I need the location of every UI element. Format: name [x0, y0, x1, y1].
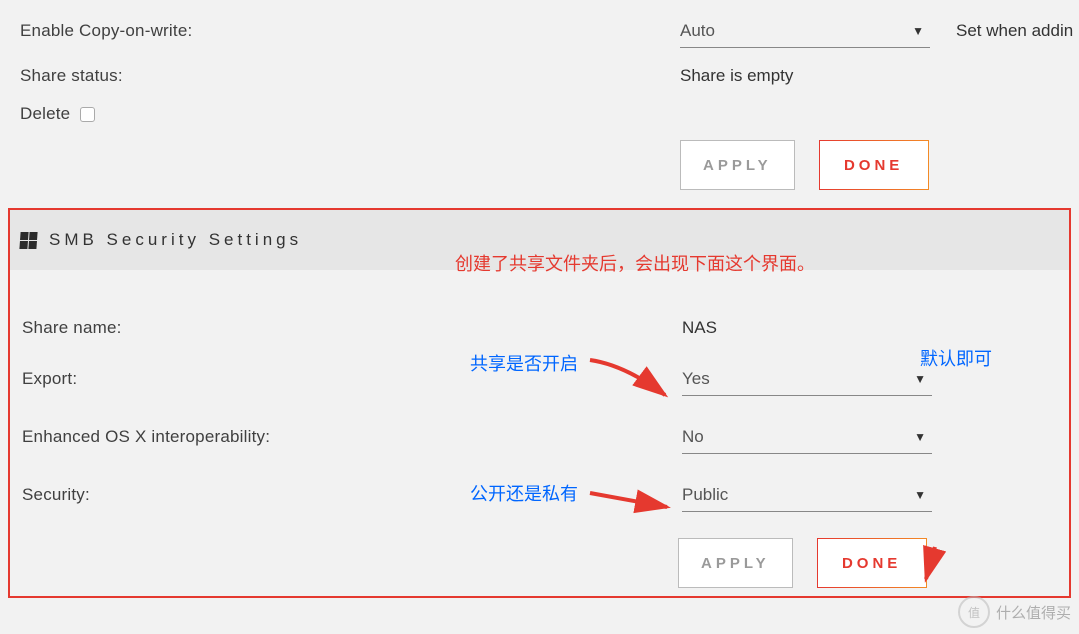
export-select-value: Yes	[682, 369, 710, 389]
osx-label: Enhanced OS X interoperability:	[22, 427, 682, 447]
panel-title: SMB Security Settings	[49, 230, 302, 250]
panel-done-button[interactable]: DONE	[817, 538, 927, 588]
share-name-value: NAS	[682, 318, 717, 338]
panel-apply-button[interactable]: APPLY	[678, 538, 793, 588]
chevron-down-icon: ▼	[914, 372, 926, 386]
watermark: 值 什么值得买	[958, 596, 1071, 628]
anno-export-note: 共享是否开启	[470, 350, 578, 376]
anno-security-note: 公开还是私有	[470, 480, 578, 506]
smb-security-panel: SMB Security Settings 创建了共享文件夹后，会出现下面这个界…	[8, 208, 1071, 598]
apply-button[interactable]: APPLY	[680, 140, 795, 190]
export-label: Export:	[22, 369, 682, 389]
cow-hint: Set when addin	[940, 21, 1073, 41]
delete-checkbox[interactable]	[80, 107, 95, 122]
anno-header-note: 创建了共享文件夹后，会出现下面这个界面。	[455, 250, 815, 276]
chevron-down-icon: ▼	[914, 430, 926, 444]
watermark-text: 什么值得买	[996, 602, 1071, 623]
security-select-value: Public	[682, 485, 728, 505]
delete-label: Delete	[20, 104, 70, 124]
done-button[interactable]: DONE	[819, 140, 929, 190]
share-name-label: Share name:	[22, 318, 682, 338]
status-label: Share status:	[20, 66, 680, 86]
osx-select-value: No	[682, 427, 704, 447]
watermark-icon: 值	[958, 596, 990, 628]
anno-default-note: 默认即可	[920, 345, 992, 371]
security-label: Security:	[22, 485, 682, 505]
export-select[interactable]: Yes ▼	[682, 362, 932, 396]
chevron-down-icon: ▼	[914, 488, 926, 502]
windows-icon	[19, 232, 37, 249]
chevron-down-icon: ▼	[912, 24, 924, 38]
security-select[interactable]: Public ▼	[682, 478, 932, 512]
cow-select[interactable]: Auto ▼	[680, 14, 930, 48]
status-value: Share is empty	[680, 66, 793, 86]
cow-select-value: Auto	[680, 21, 715, 41]
cow-label: Enable Copy-on-write:	[20, 21, 680, 41]
osx-select[interactable]: No ▼	[682, 420, 932, 454]
